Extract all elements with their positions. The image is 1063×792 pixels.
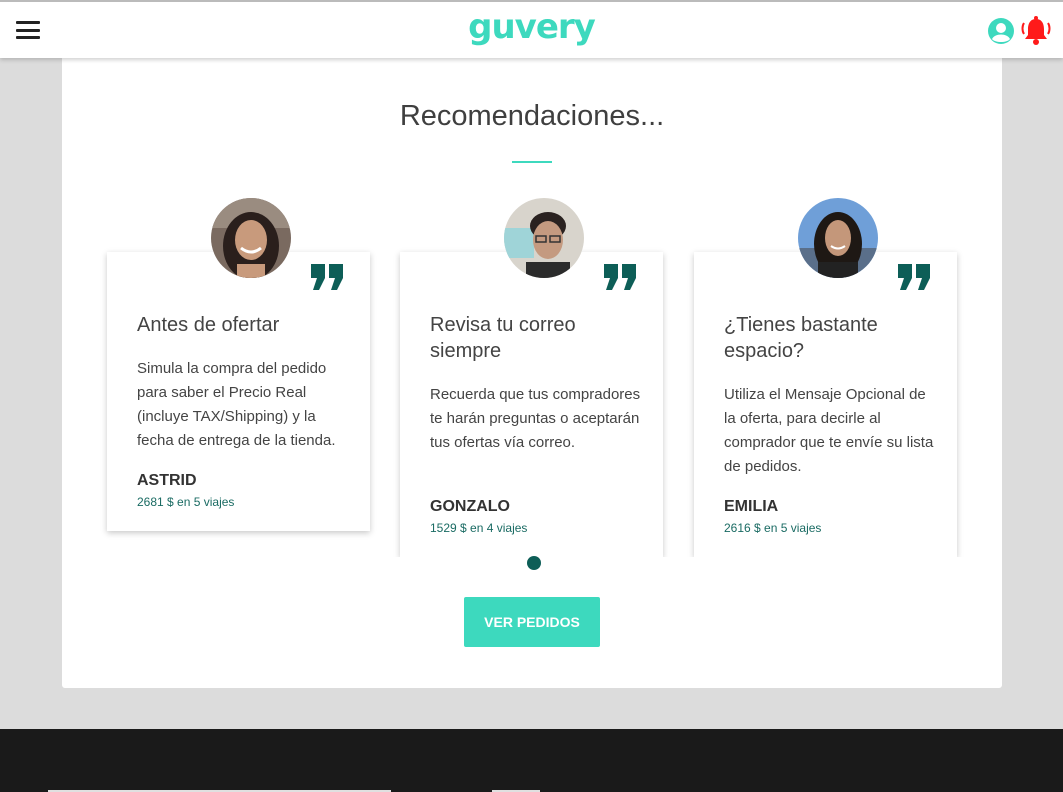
card-title: Revisa tu correo siempre [430,314,576,362]
guvery-logo[interactable]: guvery [0,7,1063,47]
card-author-name: EMILIA [724,498,779,515]
card-title: ¿Tienes bastante espacio? [724,314,878,362]
recommendation-card-emilia: ¿Tienes bastante espacio? Utiliza el Men… [694,198,957,557]
recommendations-section: Recomendaciones... Antes de ofertar Simu… [62,58,1002,688]
quote-icon [898,264,930,290]
quote-icon [604,264,636,290]
avatar-astrid [211,198,291,278]
recommendation-card-gonzalo: Revisa tu correo siempre Recuerda que tu… [400,198,663,557]
card-text: Simula la compra del pedido para saber e… [137,360,336,449]
section-title: Recomendaciones... [399,100,665,132]
carousel-indicator-dot[interactable] [527,556,541,570]
card-author-name: GONZALO [430,498,510,515]
recommendation-card-astrid: Antes de ofertar Simula la compra del pe… [107,198,370,531]
card-author-stats: 2681 $ en 5 viajes [137,495,235,509]
bell-icon[interactable] [1021,15,1051,47]
card-text: Utiliza el Mensaje Opcional de la oferta… [724,386,934,475]
card-author-stats: 1529 $ en 4 viajes [430,521,528,535]
top-navbar: guvery [0,0,1063,58]
quote-icon [311,264,343,290]
card-title: Antes de ofertar [137,314,280,336]
card-author-stats: 2616 $ en 5 viajes [724,521,822,535]
avatar-gonzalo [504,198,584,278]
ver-pedidos-button[interactable]: VER PEDIDOS [464,597,600,647]
card-text: Recuerda que tus compradores te harán pr… [430,386,641,451]
title-divider [512,161,552,163]
user-circle-icon[interactable] [987,17,1015,45]
footer [0,729,1063,792]
card-author-name: ASTRID [137,472,197,489]
avatar-emilia [798,198,878,278]
